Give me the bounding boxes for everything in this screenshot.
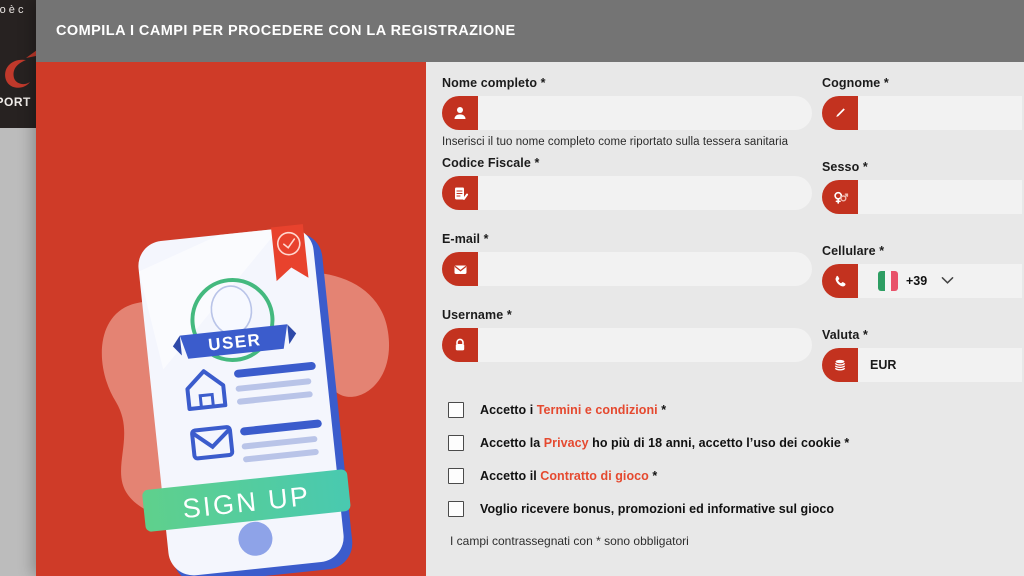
input-row-cognome[interactable] <box>822 96 1022 130</box>
checkbox-contratto[interactable] <box>448 468 464 484</box>
checkbox-label-termini: Accetto i Termini e condizioni * <box>480 403 666 417</box>
checkbox-row-privacy[interactable]: Accetto la Privacy ho più di 18 anni, ac… <box>448 435 1024 451</box>
input-codice-fiscale[interactable] <box>478 176 812 210</box>
input-row-email[interactable] <box>442 252 812 286</box>
user-icon <box>442 96 478 130</box>
hint-nome-completo: Inserisci il tuo nome completo come ripo… <box>442 136 789 148</box>
background-brand-text: SPORT <box>0 95 31 109</box>
consent-checkbox-group: Accetto i Termini e condizioni * Accetto… <box>442 402 1024 517</box>
id-card-icon <box>442 176 478 210</box>
checkbox-bonus[interactable] <box>448 501 464 517</box>
input-row-username[interactable] <box>442 328 812 362</box>
checkbox-termini[interactable] <box>448 402 464 418</box>
lock-icon <box>442 328 478 362</box>
contratto-post: * <box>648 469 658 483</box>
input-row-cellulare[interactable]: +39 <box>822 264 1022 298</box>
envelope-icon <box>442 252 478 286</box>
chevron-down-icon[interactable] <box>941 274 954 288</box>
italy-flag-icon <box>878 271 898 291</box>
phone-prefix-group[interactable]: +39 <box>870 271 954 291</box>
field-username: Username * <box>442 308 812 362</box>
coins-icon <box>822 348 858 382</box>
privacy-pre: Accetto la <box>480 436 544 450</box>
termini-pre: Accetto i <box>480 403 537 417</box>
form-grid: Nome completo * Inserisci il tuo nome co… <box>442 76 1024 386</box>
termini-post: * <box>657 403 667 417</box>
checkbox-row-termini[interactable]: Accetto i Termini e condizioni * <box>448 402 1024 418</box>
label-valuta: Valuta * <box>822 328 868 342</box>
input-sesso[interactable] <box>858 180 1022 214</box>
phone-prefix: +39 <box>906 274 928 288</box>
input-username[interactable] <box>478 328 812 362</box>
pencil-icon <box>822 96 858 130</box>
screen: oco è c SPORT COMPILA I CAMPI PER PROCED… <box>0 0 1024 576</box>
label-cognome: Cognome * <box>822 76 889 90</box>
link-privacy[interactable]: Privacy <box>544 436 589 450</box>
registration-modal: COMPILA I CAMPI PER PROCEDERE CON LA REG… <box>36 0 1024 576</box>
label-codice-fiscale: Codice Fiscale * <box>442 156 540 170</box>
field-cognome: Cognome * <box>822 76 1022 130</box>
modal-body: USER SIGN UP Nome completo * Inserisci i… <box>36 62 1024 576</box>
signup-illustration: USER SIGN UP <box>101 224 390 576</box>
checkbox-row-bonus[interactable]: Voglio ricevere bonus, promozioni ed inf… <box>448 501 1024 517</box>
valuta-value: EUR <box>870 358 897 372</box>
background-partial-text: oco è c <box>0 4 24 16</box>
illustration-panel: USER SIGN UP <box>36 62 426 576</box>
input-row-valuta[interactable]: EUR <box>822 348 1022 382</box>
contratto-pre: Accetto il <box>480 469 541 483</box>
checkbox-privacy[interactable] <box>448 435 464 451</box>
label-nome-completo: Nome completo * <box>442 76 546 90</box>
checkbox-label-bonus: Voglio ricevere bonus, promozioni ed inf… <box>480 502 834 516</box>
bonus-text: Voglio ricevere bonus, promozioni ed inf… <box>480 502 835 516</box>
form-column-left: Nome completo * Inserisci il tuo nome co… <box>442 76 822 386</box>
checkbox-row-contratto[interactable]: Accetto il Contratto di gioco * <box>448 468 1024 484</box>
required-fields-note: I campi contrassegnati con * sono obblig… <box>450 534 689 548</box>
input-row-codice-fiscale[interactable] <box>442 176 812 210</box>
gender-icon <box>822 180 858 214</box>
input-cognome[interactable] <box>858 96 1022 130</box>
form-panel: Nome completo * Inserisci il tuo nome co… <box>426 62 1024 576</box>
link-termini-e-condizioni[interactable]: Termini e condizioni <box>537 403 658 417</box>
modal-header: COMPILA I CAMPI PER PROCEDERE CON LA REG… <box>36 0 1024 62</box>
label-email: E-mail * <box>442 232 489 246</box>
input-nome-completo[interactable] <box>478 96 812 130</box>
label-sesso: Sesso * <box>822 160 868 174</box>
input-cellulare[interactable]: +39 <box>858 264 1022 298</box>
checkbox-label-privacy: Accetto la Privacy ho più di 18 anni, ac… <box>480 436 849 450</box>
privacy-post: ho più di 18 anni, accetto l’uso dei coo… <box>588 436 850 450</box>
input-row-nome-completo[interactable] <box>442 96 812 130</box>
form-column-right: Cognome * Sesso * Cellulare * +39 Valuta… <box>822 76 1022 386</box>
checkbox-label-contratto: Accetto il Contratto di gioco * <box>480 469 657 483</box>
field-email: E-mail * <box>442 232 812 286</box>
link-contratto-di-gioco[interactable]: Contratto di gioco <box>540 469 649 483</box>
input-email[interactable] <box>478 252 812 286</box>
field-nome-completo: Nome completo * Inserisci il tuo nome co… <box>442 76 812 148</box>
input-valuta[interactable]: EUR <box>858 348 1022 382</box>
field-valuta: Valuta * EUR <box>822 328 1022 382</box>
label-cellulare: Cellulare * <box>822 244 885 258</box>
field-codice-fiscale: Codice Fiscale * <box>442 156 812 210</box>
input-row-sesso[interactable] <box>822 180 1022 214</box>
field-cellulare: Cellulare * +39 <box>822 244 1022 298</box>
modal-title: COMPILA I CAMPI PER PROCEDERE CON LA REG… <box>56 23 516 39</box>
label-username: Username * <box>442 308 512 322</box>
field-sesso: Sesso * <box>822 160 1022 214</box>
phone-icon <box>822 264 858 298</box>
